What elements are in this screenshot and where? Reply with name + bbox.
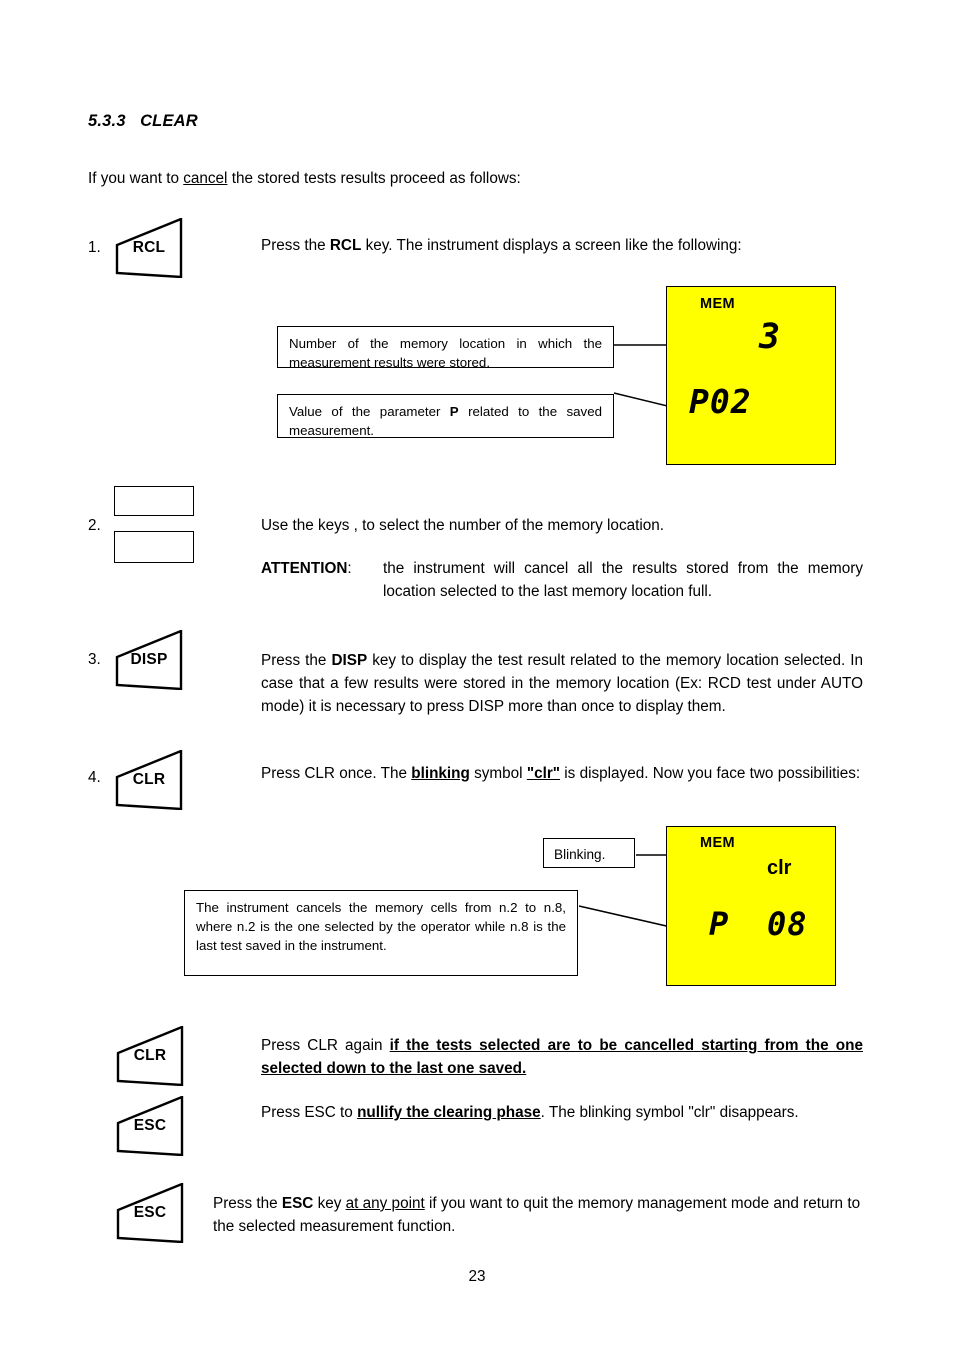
key-disp-label: DISP — [130, 651, 168, 668]
key-esc-outcome[interactable]: ESC — [114, 1096, 186, 1156]
attention-colon: : — [347, 560, 352, 577]
outcome-2-text-part1: Press ESC to — [261, 1104, 358, 1121]
key-esc-final[interactable]: ESC — [114, 1183, 186, 1243]
document-page: 5.3.3 CLEAR If you want to cancel the st… — [0, 0, 954, 1351]
lcd-clr-indicator: clr — [767, 857, 792, 879]
section-title: CLEAR — [140, 112, 198, 130]
step-4-text: Press CLR once. The blinking symbol "clr… — [261, 762, 863, 785]
callout-memory-location-text: Number of the memory location in which t… — [289, 336, 602, 370]
key-clr-step4[interactable]: CLR — [113, 750, 185, 810]
step-2-text: Use the keys , to select the number of t… — [261, 514, 863, 537]
callout-parameter-part1: Value of the parameter — [289, 404, 450, 419]
outcome-2-text-part2: . The blinking symbol "clr" disappears. — [540, 1104, 799, 1121]
final-note-part1: Press the — [213, 1195, 282, 1212]
key-esc-final-label: ESC — [133, 1204, 167, 1221]
key-rcl[interactable]: RCL — [113, 218, 185, 278]
intro-underlined: cancel — [183, 170, 228, 187]
outcome-1-text: Press CLR again if the tests selected ar… — [261, 1034, 863, 1080]
callout-parameter-symbol: P — [449, 404, 459, 419]
step-1-text-part1: Press the — [261, 237, 330, 254]
lcd-parameter-number: 08 — [767, 905, 808, 943]
lcd-display-rcl: MEM 3 P02 — [666, 286, 836, 465]
callout-memory-location: Number of the memory location in which t… — [277, 326, 614, 370]
callout-cancel-range: The instrument cancels the memory cells … — [184, 890, 578, 976]
intro-paragraph: If you want to cancel the stored tests r… — [88, 167, 868, 190]
step-3-text-part1: Press the — [261, 652, 332, 669]
page-title: 5.3.3 CLEAR — [88, 112, 198, 131]
callout-cancel-range-text: The instrument cancels the memory cells … — [196, 900, 566, 953]
intro-before: If you want to — [88, 170, 184, 187]
key-clr-outcome-label: CLR — [133, 1047, 167, 1064]
lcd-mem-label-2: MEM — [700, 835, 736, 851]
attention-text: the instrument will cancel all the resul… — [383, 560, 863, 600]
step-4-blinking-emph: blinking — [411, 765, 470, 782]
final-note-part2: key — [313, 1195, 346, 1212]
outcome-2-text: Press ESC to nullify the clearing phase.… — [261, 1101, 863, 1124]
step-1-number: 1. — [88, 239, 101, 256]
step-3-key-mention: DISP — [331, 652, 368, 669]
callout-blinking: Blinking. — [543, 838, 635, 868]
lcd-parameter-value: P02 — [689, 382, 752, 421]
section-number: 5.3.3 — [88, 112, 126, 130]
key-clr-outcome[interactable]: CLR — [114, 1026, 186, 1086]
intro-after: the stored tests results proceed as foll… — [227, 170, 521, 187]
lcd-mem-label: MEM — [700, 296, 736, 312]
step-2-number: 2. — [88, 517, 101, 534]
callout-parameter-value: Value of the parameter P related to the … — [277, 394, 614, 438]
key-esc-outcome-label: ESC — [133, 1117, 167, 1134]
key-rcl-label: RCL — [132, 239, 166, 256]
outcome-1-text-part1: Press CLR again — [261, 1037, 390, 1054]
attention-label: ATTENTION — [261, 560, 348, 577]
outcome-2-emph: nullify the clearing phase — [357, 1104, 541, 1121]
step-1-text: Press the RCL key. The instrument displa… — [261, 234, 863, 257]
final-note-emph: at any point — [345, 1195, 425, 1212]
callout-blinking-text: Blinking. — [554, 847, 606, 862]
key-arrow-down[interactable] — [114, 531, 194, 563]
key-arrow-up[interactable] — [114, 486, 194, 516]
lcd-display-clr: MEM clr P 08 — [666, 826, 836, 986]
key-clr-step4-label: CLR — [132, 771, 166, 788]
step-4-number: 4. — [88, 769, 101, 786]
step-3-number: 3. — [88, 651, 101, 668]
step-3-text: Press the DISP key to display the test r… — [261, 649, 863, 718]
step-4-text-part2: symbol — [469, 765, 527, 782]
final-note-key-mention: ESC — [281, 1195, 314, 1212]
final-note-text: Press the ESC key at any point if you wa… — [213, 1192, 868, 1238]
step-4-text-part3: is displayed. Now you face two possibili… — [560, 765, 861, 782]
lcd-memory-number: 3 — [759, 317, 782, 357]
page-number: 23 — [468, 1268, 486, 1285]
lcd-parameter-prefix: P — [709, 905, 730, 943]
step-1-text-part2: key. The instrument displays a screen li… — [361, 237, 742, 254]
step-2-text-part1: Use the keys , to select the number of t… — [261, 517, 665, 534]
key-disp[interactable]: DISP — [113, 630, 185, 690]
step-4-text-part1: Press CLR once. The — [261, 765, 412, 782]
step-2-attention-body: the instrument will cancel all the resul… — [383, 557, 863, 603]
step-1-key-mention: RCL — [329, 237, 362, 254]
step-4-clr-emph: "clr" — [526, 765, 561, 782]
